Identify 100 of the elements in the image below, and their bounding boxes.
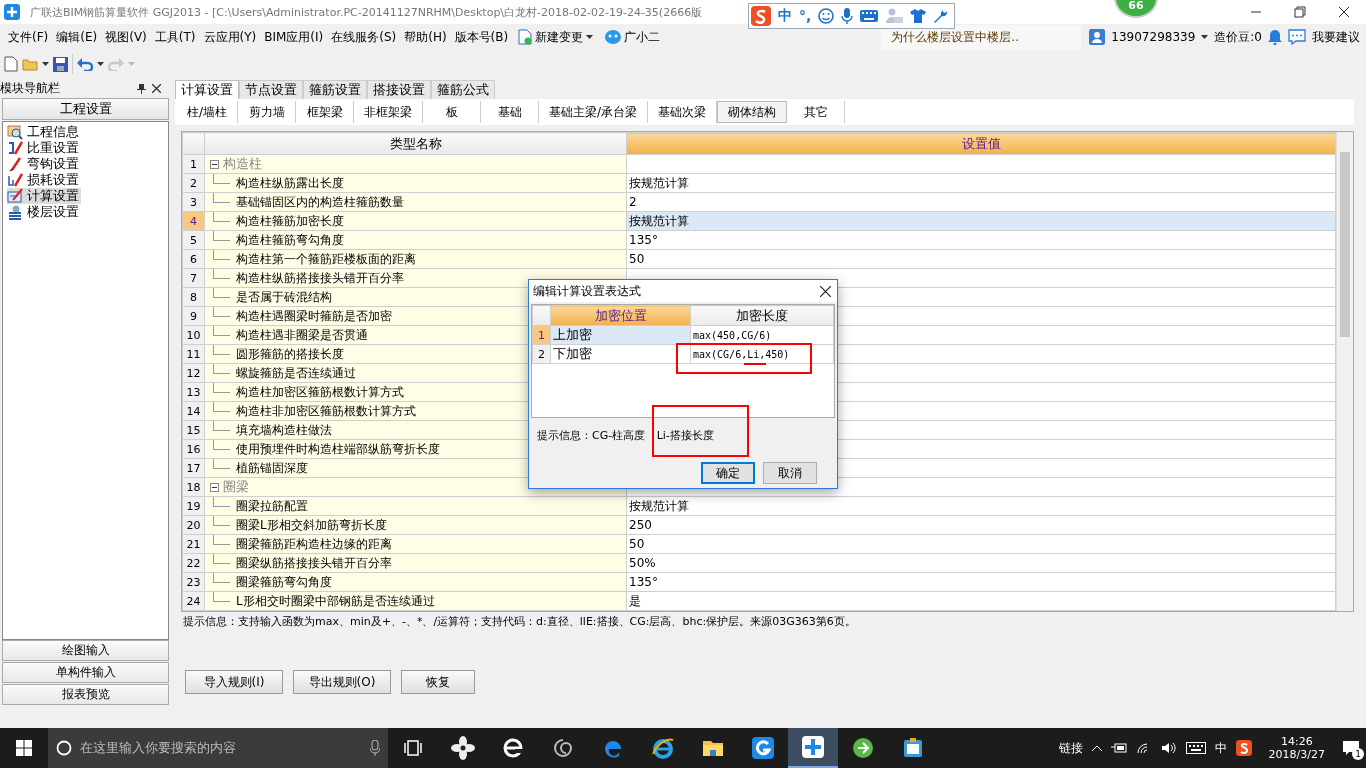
action-button[interactable]: 恢复 bbox=[401, 670, 475, 694]
setting-name: 圆形箍筋的搭接长度 bbox=[236, 345, 344, 363]
column-header[interactable]: 加密长度 bbox=[690, 305, 834, 326]
menu-item[interactable]: 编辑(E) bbox=[52, 28, 102, 46]
user-icon bbox=[1089, 29, 1106, 45]
nav-item[interactable]: 比重设置 bbox=[7, 140, 81, 156]
setting-value[interactable]: 50 bbox=[626, 534, 1336, 554]
subtab[interactable]: 剪力墙 bbox=[238, 101, 297, 123]
collapse-icon[interactable] bbox=[210, 482, 219, 492]
cancel-button[interactable]: 取消 bbox=[763, 462, 817, 484]
windows-icon bbox=[16, 740, 32, 756]
taskbar-app[interactable] bbox=[788, 728, 838, 768]
tray-link[interactable]: 链接 bbox=[1058, 739, 1083, 757]
action-button[interactable]: 导出规则(O) bbox=[293, 670, 391, 694]
ime-punctuation[interactable]: °, bbox=[799, 8, 812, 24]
setting-value[interactable]: 250 bbox=[626, 515, 1336, 535]
arrow-circle-icon bbox=[851, 736, 875, 760]
tab[interactable]: 计算设置 bbox=[175, 80, 239, 99]
subtab[interactable]: 非框架梁 bbox=[354, 101, 424, 123]
subtab[interactable]: 基础主梁/承台梁 bbox=[539, 101, 649, 123]
action-button[interactable]: 导入规则(I) bbox=[185, 670, 283, 694]
menu-item[interactable]: 在线服务(S) bbox=[327, 28, 401, 46]
question-link[interactable]: 为什么楼层设置中楼层.. bbox=[881, 24, 1082, 50]
form-pencil-icon bbox=[7, 188, 23, 204]
feedback-link[interactable]: 我要建议 bbox=[1312, 28, 1360, 46]
nav-button[interactable]: 绘图输入 bbox=[2, 640, 169, 661]
ok-button[interactable]: 确定 bbox=[701, 462, 755, 484]
tree-line bbox=[213, 249, 230, 260]
menu-item[interactable]: 版本号(B) bbox=[450, 28, 513, 46]
g-logo-icon bbox=[751, 736, 775, 760]
ime-indicator[interactable]: 中 bbox=[1214, 739, 1227, 757]
subtab[interactable]: 砌体结构 bbox=[717, 101, 788, 123]
clock[interactable]: 14:26 2018/3/27 bbox=[1268, 735, 1325, 761]
wrench-icon bbox=[933, 8, 949, 24]
position-cell[interactable]: 下加密 bbox=[550, 344, 691, 364]
setting-value[interactable]: 按规范计算 bbox=[626, 173, 1336, 193]
fan-icon bbox=[451, 736, 475, 760]
app-logo-icon bbox=[4, 4, 20, 20]
tab[interactable]: 搭接设置 bbox=[367, 80, 431, 99]
group-label: 构造柱 bbox=[223, 155, 262, 173]
nav-item[interactable]: 弯钩设置 bbox=[7, 156, 81, 172]
search-field[interactable]: 在这里输入你要搜索的内容 bbox=[48, 728, 388, 768]
account-name[interactable]: 13907298339 bbox=[1111, 30, 1196, 44]
nav-item[interactable]: 楼层设置 bbox=[7, 204, 81, 220]
keyboard-icon bbox=[1185, 742, 1206, 754]
nav-button[interactable]: 单构件输入 bbox=[2, 662, 169, 683]
subtab[interactable]: 其它 bbox=[787, 101, 846, 123]
setting-value[interactable]: 50 bbox=[626, 249, 1336, 269]
setting-value[interactable]: 135° bbox=[626, 230, 1336, 250]
nav-button[interactable]: 报表预览 bbox=[2, 684, 169, 705]
notification-count: 1 bbox=[1352, 748, 1364, 760]
section-button[interactable]: 工程设置 bbox=[2, 98, 169, 120]
tab[interactable]: 箍筋公式 bbox=[431, 80, 495, 99]
pencil-hook-icon bbox=[7, 156, 23, 172]
keyboard-icon bbox=[860, 10, 879, 22]
setting-value[interactable]: 2 bbox=[626, 192, 1336, 212]
menu-item[interactable]: 帮助(H) bbox=[400, 28, 451, 46]
column-header[interactable]: 加密位置 bbox=[550, 305, 691, 326]
chat-icon bbox=[1288, 29, 1306, 45]
speaker-icon bbox=[1160, 742, 1177, 754]
menu-item[interactable]: 工具(T) bbox=[150, 28, 200, 46]
mic-icon bbox=[841, 8, 854, 24]
menu-item[interactable]: BIM应用(I) bbox=[260, 28, 328, 46]
nav-item[interactable]: 工程信息 bbox=[7, 124, 81, 140]
close-icon bbox=[820, 285, 831, 297]
dialog-hint: 提示信息：CG-柱高度 Li-搭接长度 bbox=[537, 428, 714, 443]
annotation-underline bbox=[744, 363, 766, 365]
menu-item[interactable]: 文件(F) bbox=[4, 28, 53, 46]
hint-text: 提示信息：支持输入函数为max、min及+、-、*、/运算符；支持代码：d:直径、llE:搭接、CG:层高、bhc:保护层。来源03G363第6页。 bbox=[183, 614, 856, 629]
tab[interactable]: 箍筋设置 bbox=[303, 80, 367, 99]
tab[interactable]: 节点设置 bbox=[239, 80, 303, 99]
ime-mode[interactable]: 中 bbox=[778, 7, 792, 25]
setting-value[interactable]: 是 bbox=[626, 591, 1336, 611]
setting-value[interactable]: 135° bbox=[626, 572, 1336, 592]
dialog-title: 编辑计算设置表达式 bbox=[533, 282, 642, 300]
magnifier-card-icon bbox=[7, 124, 23, 140]
nav-item[interactable]: 计算设置 bbox=[7, 188, 81, 204]
nav-item[interactable]: 损耗设置 bbox=[7, 172, 81, 188]
subtab[interactable]: 板 bbox=[423, 101, 482, 123]
scrollbar[interactable] bbox=[1336, 132, 1353, 611]
restore-icon bbox=[1294, 6, 1306, 18]
column-header[interactable]: 设置值 bbox=[626, 132, 1336, 155]
subtab[interactable]: 基础 bbox=[481, 101, 540, 123]
beans-count: 造价豆:0 bbox=[1214, 28, 1262, 46]
tree-line bbox=[213, 420, 230, 431]
collapse-icon[interactable] bbox=[210, 159, 219, 169]
setting-value[interactable]: 50% bbox=[626, 553, 1336, 573]
menu-item[interactable]: 云应用(Y) bbox=[199, 28, 261, 46]
subtab[interactable]: 框架梁 bbox=[296, 101, 355, 123]
setting-value[interactable]: 按规范计算 bbox=[626, 496, 1336, 516]
column-header[interactable]: 类型名称 bbox=[204, 132, 627, 155]
bell-icon bbox=[1268, 29, 1282, 45]
menu-item[interactable]: 视图(V) bbox=[101, 28, 151, 46]
setting-name: 使用预埋件时构造柱端部纵筋弯折长度 bbox=[236, 440, 440, 458]
menu-item[interactable]: 广小二 bbox=[624, 28, 661, 46]
tree-line bbox=[213, 363, 230, 374]
subtab[interactable]: 柱/墙柱 bbox=[177, 101, 239, 123]
new-file-icon bbox=[4, 56, 18, 72]
menu-item[interactable]: 新建变更 bbox=[535, 28, 584, 46]
tree-line bbox=[213, 344, 230, 355]
